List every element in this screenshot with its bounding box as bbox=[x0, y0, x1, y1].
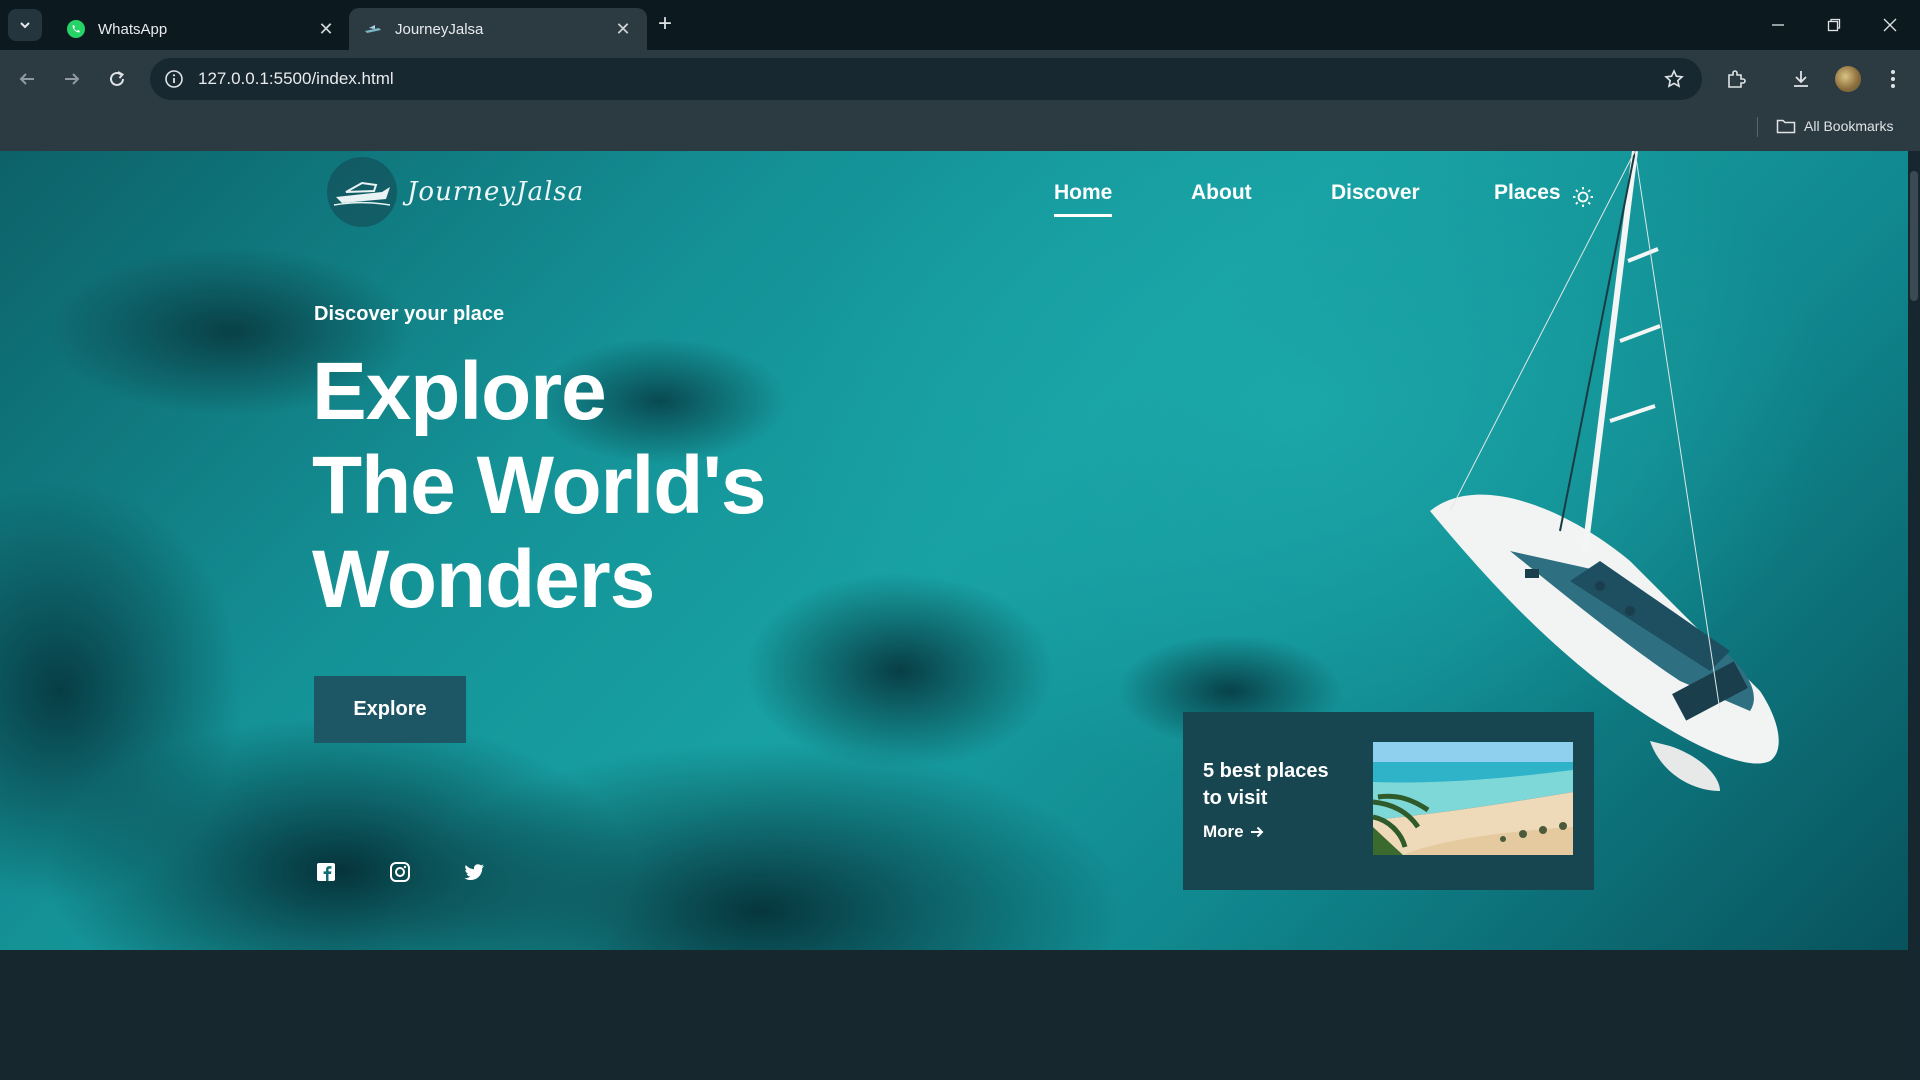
back-button[interactable] bbox=[10, 62, 44, 96]
minimize-button[interactable] bbox=[1750, 8, 1806, 42]
profile-button[interactable] bbox=[1832, 63, 1864, 95]
beach-image bbox=[1373, 742, 1573, 855]
nav-home[interactable]: Home bbox=[1054, 181, 1113, 217]
featured-card[interactable]: 5 best places to visit More bbox=[1183, 712, 1594, 890]
tab-title: WhatsApp bbox=[98, 20, 168, 38]
bookmarks-bar: All Bookmarks bbox=[0, 108, 1920, 151]
chevron-down-icon bbox=[20, 22, 30, 29]
new-tab-button[interactable]: + bbox=[651, 11, 679, 39]
tab-journeyjalsa[interactable]: JourneyJalsa ✕ bbox=[349, 8, 647, 50]
hero-title-line3: Wonders bbox=[312, 534, 655, 625]
browser-menu-button[interactable] bbox=[1877, 63, 1909, 95]
forward-button[interactable] bbox=[55, 62, 89, 96]
scrollbar-thumb[interactable] bbox=[1910, 171, 1918, 301]
extensions-button[interactable] bbox=[1720, 63, 1752, 95]
card-title: 5 best places to visit bbox=[1203, 760, 1329, 809]
avatar bbox=[1835, 66, 1861, 92]
more-vert-icon bbox=[1891, 70, 1895, 88]
hero-subtitle: Discover your place bbox=[314, 303, 505, 325]
puzzle-icon bbox=[1728, 70, 1746, 88]
twitter-icon[interactable] bbox=[463, 861, 485, 883]
arrow-right-icon bbox=[65, 73, 80, 85]
site-info-icon[interactable] bbox=[162, 67, 186, 91]
tab-search-button[interactable] bbox=[8, 9, 42, 41]
nav-discover[interactable]: Discover bbox=[1331, 181, 1420, 205]
explore-button[interactable]: Explore bbox=[314, 676, 466, 743]
close-tab-icon[interactable]: ✕ bbox=[316, 19, 336, 39]
downloads-button[interactable] bbox=[1785, 63, 1817, 95]
hero-section: JourneyJalsa Home About Discover Places … bbox=[0, 151, 1908, 950]
hero-title-line2: The World's bbox=[312, 439, 767, 533]
hero-title-line1: Explore bbox=[312, 346, 607, 437]
url-text[interactable]: 127.0.0.1:5500/index.html bbox=[198, 69, 1660, 89]
page-viewport: JourneyJalsa Home About Discover Places … bbox=[0, 151, 1920, 1080]
page-scrollbar[interactable] bbox=[1908, 151, 1920, 1080]
site-logo[interactable]: JourneyJalsa bbox=[327, 157, 584, 227]
close-tab-icon[interactable]: ✕ bbox=[613, 19, 633, 39]
logo-text: JourneyJalsa bbox=[407, 177, 585, 207]
browser-toolbar: 127.0.0.1:5500/index.html bbox=[0, 50, 1920, 108]
site-favicon-icon bbox=[365, 25, 381, 33]
minimize-icon bbox=[1772, 24, 1784, 26]
all-bookmarks-label: All Bookmarks bbox=[1804, 118, 1894, 134]
bookmark-star-icon[interactable] bbox=[1660, 65, 1688, 93]
address-bar[interactable]: 127.0.0.1:5500/index.html bbox=[150, 58, 1702, 100]
reload-icon bbox=[110, 71, 125, 86]
card-more-label: More bbox=[1203, 822, 1244, 841]
yacht-logo-icon bbox=[327, 157, 397, 227]
restore-icon bbox=[1827, 18, 1841, 32]
hero-title: Explore The World's Wonders bbox=[312, 345, 767, 627]
tab-whatsapp[interactable]: WhatsApp ✕ bbox=[52, 8, 350, 50]
arrow-left-icon bbox=[19, 73, 34, 85]
nav-places[interactable]: Places bbox=[1494, 181, 1561, 205]
facebook-icon[interactable] bbox=[315, 861, 337, 883]
bookmarks-divider bbox=[1757, 117, 1758, 137]
tab-strip: WhatsApp ✕ JourneyJalsa ✕ + bbox=[0, 0, 1920, 50]
instagram-icon[interactable] bbox=[389, 861, 411, 883]
close-window-button[interactable] bbox=[1862, 8, 1918, 42]
sun-icon[interactable] bbox=[1572, 186, 1594, 208]
hero-content: JourneyJalsa Home About Discover Places … bbox=[0, 151, 1908, 950]
folder-icon bbox=[1776, 119, 1796, 134]
all-bookmarks-button[interactable]: All Bookmarks bbox=[1776, 114, 1893, 138]
hero-title-regular: The bbox=[312, 440, 456, 531]
restore-button[interactable] bbox=[1806, 8, 1862, 42]
arrow-right-icon bbox=[1250, 826, 1264, 838]
tab-title: JourneyJalsa bbox=[395, 20, 484, 38]
close-icon bbox=[1883, 18, 1897, 32]
download-icon bbox=[1794, 71, 1808, 87]
reload-button[interactable] bbox=[100, 62, 134, 96]
browser-chrome: WhatsApp ✕ JourneyJalsa ✕ + 127.0.0.1:55… bbox=[0, 0, 1920, 151]
whatsapp-icon bbox=[67, 20, 85, 38]
hero-title-bold: World's bbox=[476, 440, 767, 531]
nav-about[interactable]: About bbox=[1191, 181, 1252, 205]
